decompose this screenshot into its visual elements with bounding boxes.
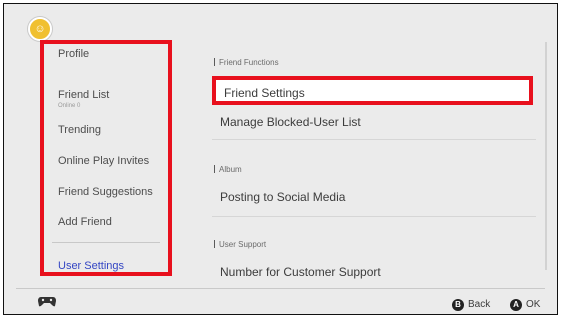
customer-support-number-item[interactable]: Number for Customer Support <box>220 265 381 279</box>
section-header-friend-functions: Friend Functions <box>214 58 279 67</box>
sidebar-divider <box>52 242 160 243</box>
sidebar-item-online-play-invites[interactable]: Online Play Invites <box>58 155 149 167</box>
friend-settings-label: Friend Settings <box>224 86 305 100</box>
sidebar-item-add-friend[interactable]: Add Friend <box>58 216 112 228</box>
sidebar-item-user-settings[interactable]: User Settings <box>58 260 124 272</box>
avatar-icon[interactable]: ☺ <box>28 17 52 41</box>
section-header-user-support: User Support <box>214 240 266 249</box>
friend-online-count: Online 0 <box>58 103 81 109</box>
sidebar-item-profile[interactable]: Profile <box>58 48 89 60</box>
sidebar-item-friend-list[interactable]: Friend List <box>58 89 109 101</box>
sidebar-item-trending[interactable]: Trending <box>58 124 101 136</box>
ok-button[interactable]: OK <box>526 299 540 310</box>
a-button-icon: A <box>510 299 522 311</box>
back-button[interactable]: Back <box>468 299 490 310</box>
friend-settings-item[interactable]: Friend Settings <box>212 76 533 105</box>
scrollbar[interactable] <box>545 42 547 270</box>
b-button-icon: B <box>452 299 464 311</box>
row-divider <box>212 216 536 217</box>
manage-blocked-user-list-item[interactable]: Manage Blocked-User List <box>220 115 361 129</box>
section-header-album: Album <box>214 165 242 174</box>
sidebar: Profile Friend List Online 0 Trending On… <box>40 40 172 276</box>
controller-icon <box>38 297 56 307</box>
sidebar-item-friend-suggestions[interactable]: Friend Suggestions <box>58 186 153 198</box>
app-frame: ☺ Profile Friend List Online 0 Trending … <box>3 3 558 315</box>
footer-divider <box>16 288 545 289</box>
posting-to-social-media-item[interactable]: Posting to Social Media <box>220 190 345 204</box>
row-divider <box>212 139 536 140</box>
